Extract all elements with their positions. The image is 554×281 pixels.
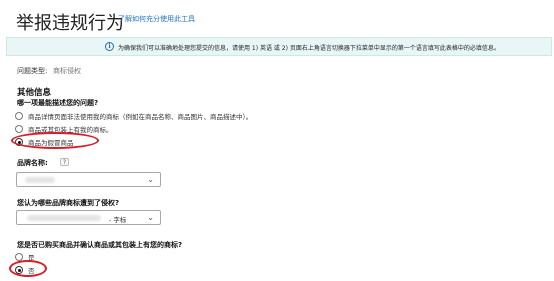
trademark-type: - 字标 bbox=[109, 216, 127, 224]
radio-button[interactable] bbox=[15, 112, 23, 120]
option-label: 商品详情页面非法使用我的商标（例如在商品名称、商品图片、商品描述中）。 bbox=[28, 113, 253, 121]
help-icon[interactable]: ? bbox=[60, 158, 69, 166]
annotation-circle bbox=[11, 132, 99, 149]
notice-banner: i 为确保我们可以准确地处理您提交的信息，请使用 1) 英语 或 2) 页面右上… bbox=[6, 37, 552, 56]
help-link[interactable]: 了解如何充分使用此工具 bbox=[118, 14, 195, 24]
issue-type-value: 商标侵权 bbox=[53, 67, 81, 75]
annotation-circle bbox=[9, 260, 47, 277]
brand-name-label: 品牌名称: bbox=[17, 159, 48, 167]
page-title: 举报违规行为 bbox=[16, 13, 124, 34]
chevron-down-icon: ⌄ bbox=[147, 213, 154, 222]
purchase-question: 您是否已购买商品并确认商品或其包装上有您的商标? bbox=[17, 241, 183, 249]
trademark-question: 您认为哪些品牌商标遭到了侵权? bbox=[17, 199, 120, 207]
issue-type-label: 问题类型: bbox=[17, 67, 48, 75]
describe-option-1[interactable]: 商品详情页面非法使用我的商标（例如在商品名称、商品图片、商品描述中）。 bbox=[15, 111, 252, 121]
radio-button[interactable] bbox=[15, 125, 23, 133]
trademark-select[interactable]: - 字标 ⌄ bbox=[16, 210, 161, 225]
info-icon: i bbox=[105, 42, 114, 51]
brand-select[interactable]: ⌄ bbox=[16, 172, 161, 187]
chevron-down-icon: ⌄ bbox=[147, 175, 154, 184]
redacted-value bbox=[27, 215, 101, 221]
section-title: 其他信息 bbox=[17, 88, 52, 98]
notice-text: 为确保我们可以准确地处理您提交的信息，请使用 1) 英语 或 2) 页面右上角语… bbox=[118, 45, 500, 52]
describe-question: 哪一项最能描述您的问题? bbox=[17, 99, 99, 107]
redacted-value bbox=[25, 177, 55, 183]
